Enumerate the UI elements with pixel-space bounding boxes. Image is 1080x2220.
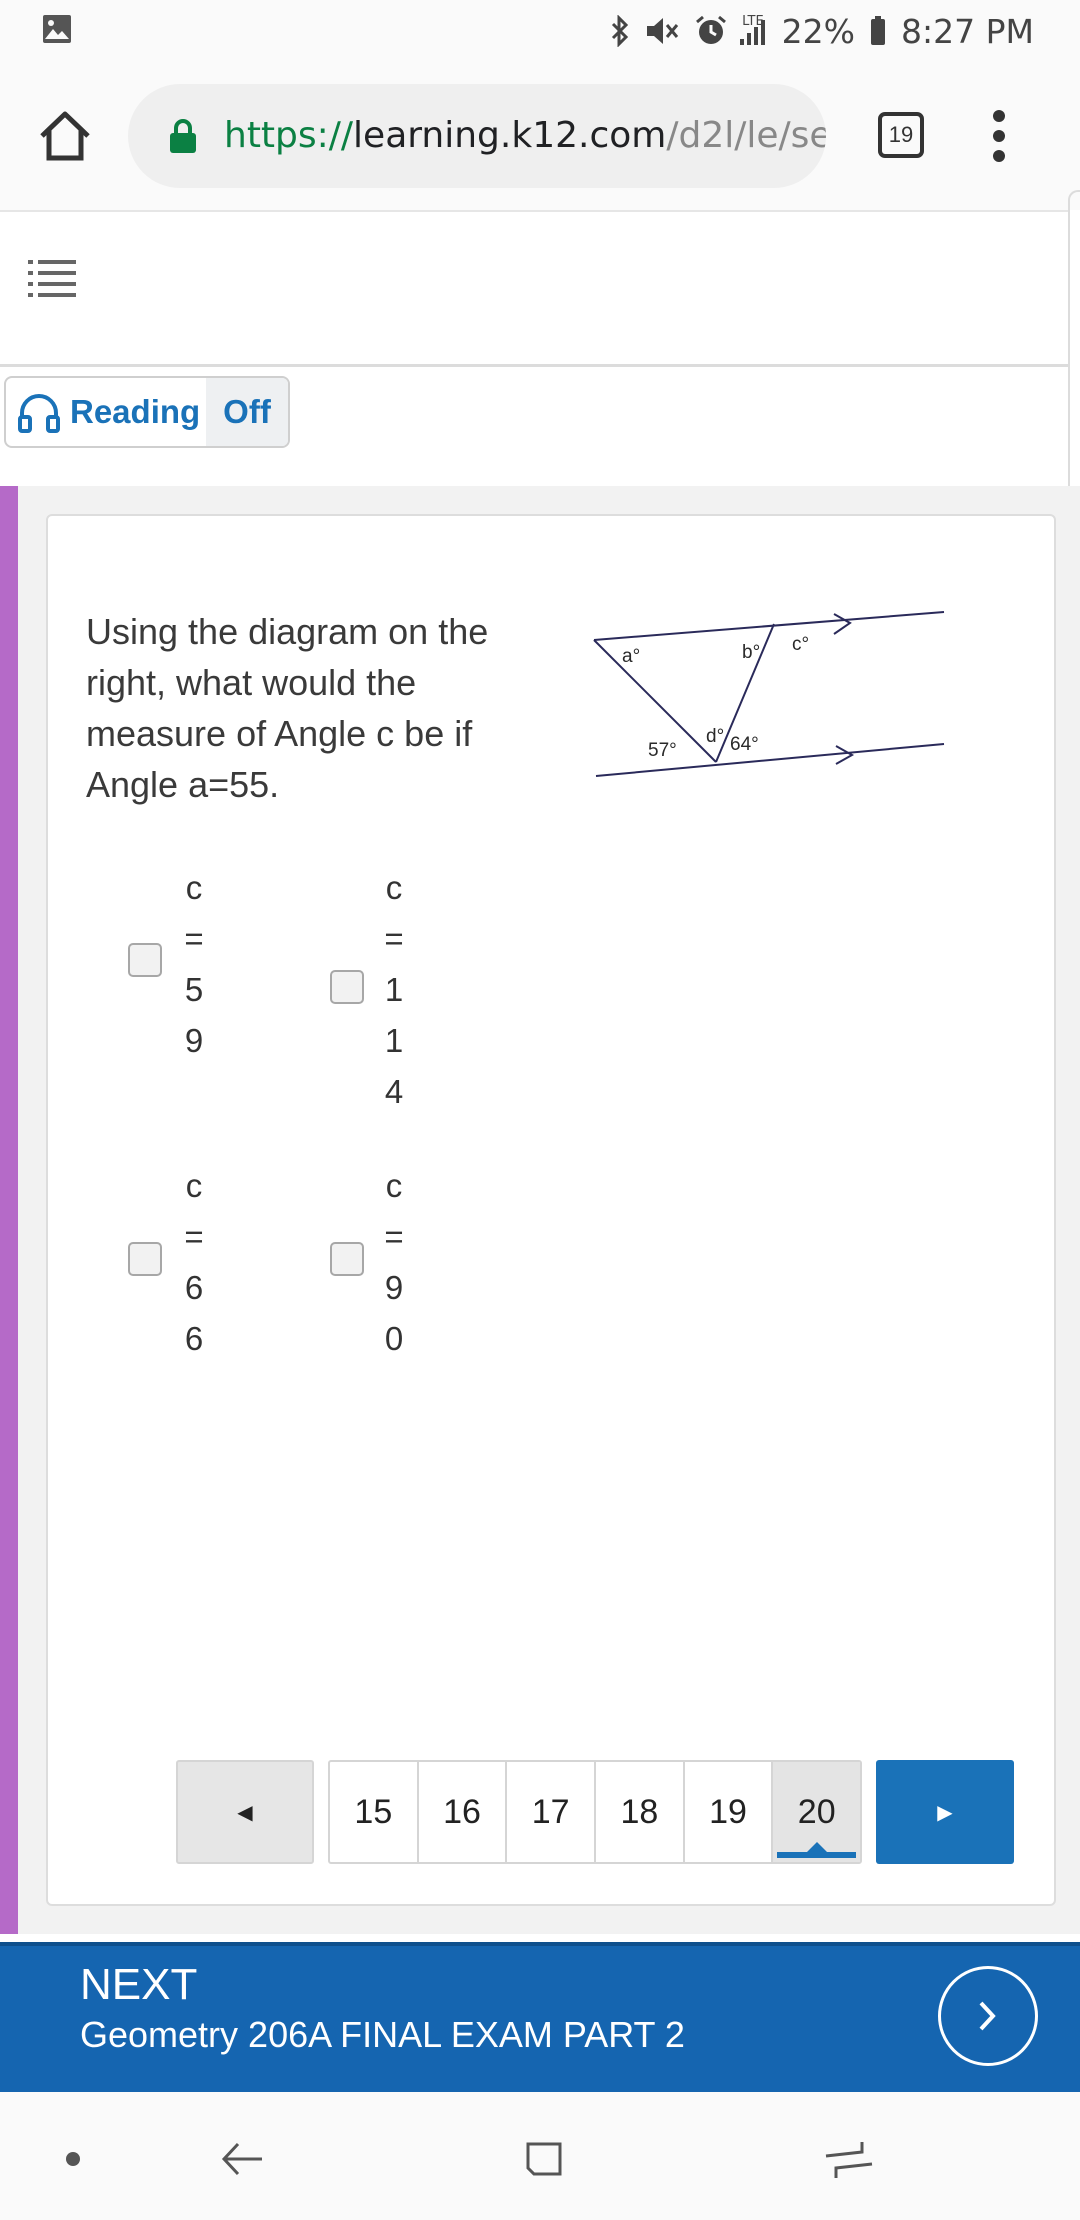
url-scheme: https://	[224, 115, 354, 156]
page-number-list: 15 16 17 18 19 20	[328, 1760, 862, 1864]
page-button-19[interactable]: 19	[685, 1762, 774, 1862]
angle-b-label: b°	[742, 642, 760, 663]
next-label: NEXT	[80, 1960, 198, 2009]
current-page-number: 20	[797, 1792, 836, 1831]
bluetooth-icon	[612, 15, 629, 47]
nav-dot-icon	[66, 2152, 80, 2166]
next-page-button[interactable]: ▶	[876, 1760, 1014, 1864]
chevron-right-icon	[979, 2001, 996, 2031]
url-host: learning.k12.com	[353, 115, 667, 156]
clock-time: 8:27 PM	[901, 11, 1034, 51]
angle-a-label: a°	[622, 646, 640, 667]
battery-percent: 22%	[781, 11, 856, 51]
angle-64-label: 64°	[730, 734, 759, 755]
angle-d-label: d°	[706, 726, 724, 747]
url-text: https://learning.k12.com/d2l/le/sec	[224, 106, 826, 166]
question-text: Using the diagram on the right, what wou…	[86, 611, 489, 805]
choice-label-1: c = 5 9	[184, 869, 204, 1059]
choice-checkbox-3[interactable]	[128, 1242, 162, 1276]
status-icons: LTE 22% 8:27 PM	[610, 8, 1034, 54]
home-icon[interactable]	[34, 106, 96, 168]
angle-57-label: 57°	[648, 740, 677, 761]
url-path: /d2l/le/sec	[666, 115, 826, 156]
hamburger-menu-icon[interactable]	[26, 258, 78, 298]
page-button-16[interactable]: 16	[419, 1762, 508, 1862]
page-top-divider	[0, 210, 1070, 212]
header-divider	[0, 364, 1070, 367]
current-page-caret-icon	[806, 1842, 827, 1852]
reading-toggle-label-area: Reading	[6, 378, 206, 446]
reading-toggle-button[interactable]: Reading Off	[4, 376, 290, 448]
address-bar[interactable]: https://learning.k12.com/d2l/le/sec	[128, 84, 826, 188]
page-button-17[interactable]: 17	[507, 1762, 597, 1862]
page-button-20-current[interactable]: 20	[773, 1762, 861, 1862]
alarm-icon	[696, 15, 727, 44]
back-icon[interactable]	[218, 2134, 268, 2184]
battery-icon	[871, 16, 886, 45]
mute-icon	[647, 18, 679, 44]
signal-icon	[739, 20, 765, 45]
content-accent-stripe	[0, 486, 18, 1934]
choice-checkbox-1[interactable]	[128, 943, 162, 977]
page-button-18[interactable]: 18	[596, 1762, 685, 1862]
current-page-indicator	[777, 1852, 857, 1858]
gallery-icon	[43, 15, 71, 43]
next-activity-button[interactable]	[938, 1966, 1038, 2066]
overflow-menu-icon[interactable]	[990, 108, 1008, 164]
home-square-icon[interactable]	[520, 2134, 570, 2184]
choice-checkbox-2[interactable]	[330, 970, 364, 1004]
next-activity-title: Geometry 206A FINAL EXAM PART 2	[80, 2014, 685, 2055]
choice-label-3: c = 6 6	[184, 1167, 204, 1357]
choice-checkbox-4[interactable]	[330, 1242, 364, 1276]
lock-icon	[170, 119, 196, 153]
tab-switcher-button[interactable]: 19	[878, 112, 924, 158]
angle-c-label: c°	[792, 634, 809, 655]
geometry-diagram: a° b° c° 57° d° 64°	[593, 611, 945, 777]
page-button-15[interactable]: 15	[330, 1762, 419, 1862]
previous-page-button[interactable]: ◀	[176, 1760, 314, 1864]
choice-label-4: c = 9 0	[384, 1167, 404, 1357]
headphones-icon	[18, 394, 60, 433]
reading-state: Off	[206, 378, 288, 446]
reading-label: Reading	[70, 393, 201, 430]
choice-label-2: c = 1 1 4	[384, 869, 404, 1110]
recent-apps-icon[interactable]	[822, 2134, 876, 2184]
